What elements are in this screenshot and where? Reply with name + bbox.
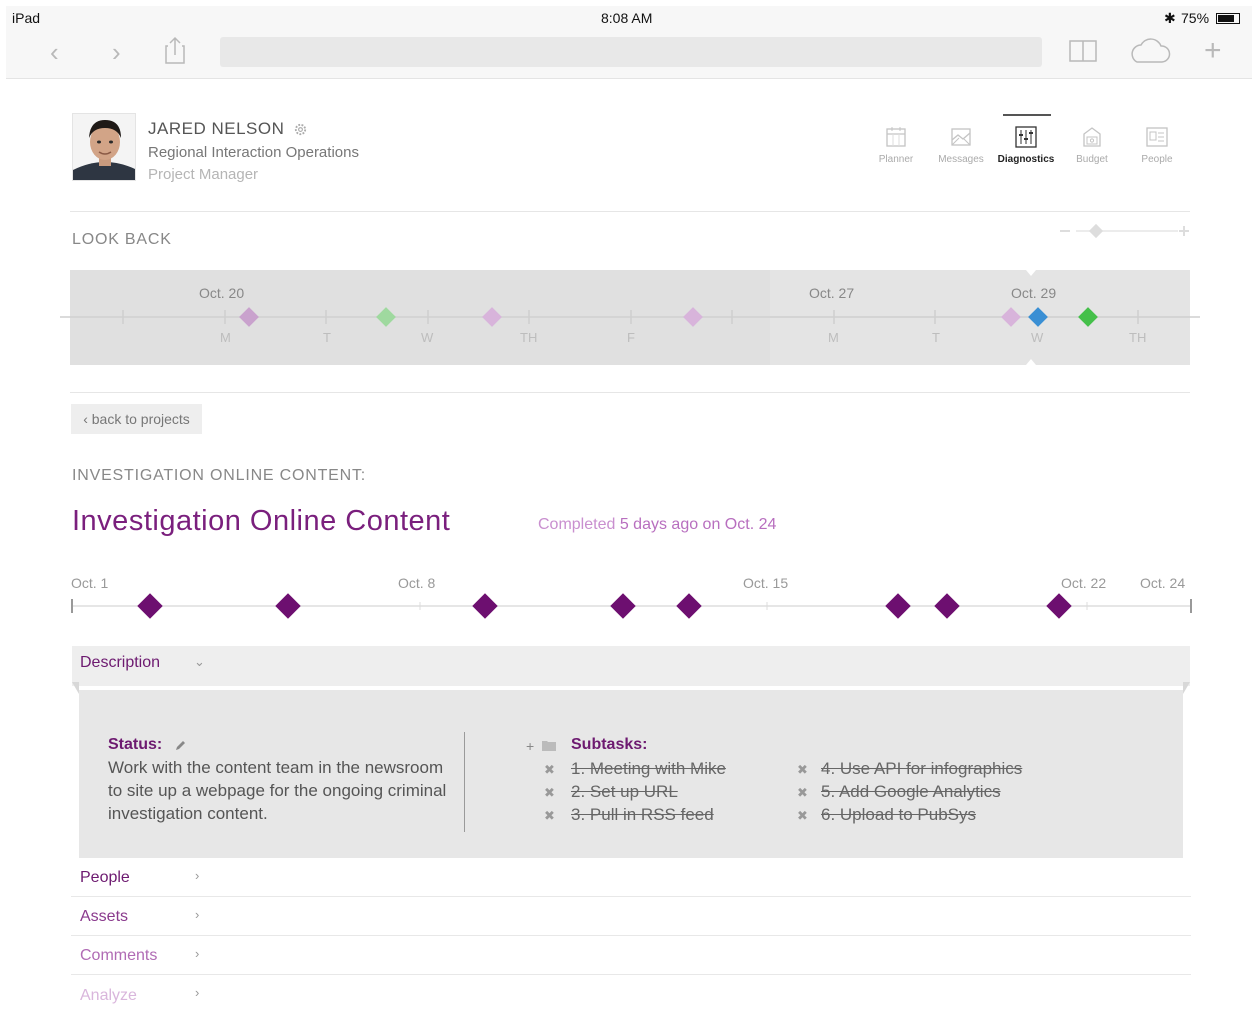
look-back-markers: [239, 307, 1098, 327]
back-to-projects-button[interactable]: ‹ back to projects: [71, 404, 202, 434]
milestone-marker[interactable]: [1046, 593, 1072, 619]
nav-planner[interactable]: Planner: [861, 126, 931, 165]
accordion-people-label: People: [80, 869, 130, 886]
remove-icon[interactable]: ✖: [797, 785, 809, 800]
lb-marker[interactable]: [683, 307, 703, 327]
lb-marker[interactable]: [1001, 307, 1021, 327]
lb-marker[interactable]: [239, 307, 259, 327]
accordion-comments-label: Comments: [80, 947, 158, 964]
completed-status: Completed 5 days ago on Oct. 24: [538, 516, 777, 533]
id-card-icon: [1146, 127, 1168, 147]
accordion-people[interactable]: People ›: [71, 858, 1191, 897]
milestone-marker[interactable]: [885, 593, 911, 619]
nav-messages-label: Messages: [938, 154, 984, 165]
url-bar[interactable]: [220, 37, 1042, 67]
accordion-assets-label: Assets: [80, 908, 129, 925]
lb-marker[interactable]: [1078, 307, 1098, 327]
chevron-down-icon: ⌄: [194, 654, 205, 669]
accordion-description[interactable]: Description ⌄: [72, 646, 1190, 686]
nav-budget-label: Budget: [1076, 154, 1108, 165]
section-heading: INVESTIGATION ONLINE CONTENT:: [72, 467, 367, 484]
chevron-right-icon: ›: [195, 868, 200, 883]
lb-marker[interactable]: [482, 307, 502, 327]
chevron-right-icon[interactable]: ›: [112, 39, 121, 65]
device-label: iPad: [12, 10, 41, 26]
divider: [70, 392, 1190, 393]
milestone-marker[interactable]: [275, 593, 301, 619]
subtask-item[interactable]: 4. Use API for infographics: [821, 759, 1022, 779]
project-title: Investigation Online Content: [72, 505, 451, 537]
chevron-right-icon: ›: [195, 946, 200, 961]
divider: [70, 211, 1190, 212]
active-tab-indicator: [1003, 114, 1051, 116]
project-timeline: [71, 593, 1192, 619]
nav-messages[interactable]: Messages: [926, 126, 996, 165]
chevron-right-icon: ›: [195, 985, 200, 1000]
pencil-icon[interactable]: [174, 739, 187, 752]
chevron-right-icon: ›: [195, 907, 200, 922]
add-subtask-icon[interactable]: +: [526, 738, 534, 754]
chevron-left-icon[interactable]: ‹: [50, 39, 59, 65]
status-time: 8:08 AM: [601, 10, 653, 26]
milestone-marker[interactable]: [676, 593, 702, 619]
nav-people-label: People: [1141, 154, 1173, 165]
share-icon[interactable]: [164, 36, 186, 64]
battery-percent: 75%: [1181, 10, 1210, 26]
bluetooth-icon: ✱: [1164, 10, 1176, 26]
lb-marker[interactable]: [376, 307, 396, 327]
subtask-item[interactable]: 2. Set up URL: [571, 782, 678, 802]
status-text: Work with the content team in the newsro…: [108, 758, 447, 823]
remove-icon[interactable]: ✖: [544, 808, 556, 823]
milestone-marker[interactable]: [472, 593, 498, 619]
subtask-item[interactable]: 5. Add Google Analytics: [821, 782, 1001, 802]
sliders-icon: [1015, 126, 1037, 148]
milestone-marker[interactable]: [137, 593, 163, 619]
profile-name: JARED NELSON: [148, 119, 285, 138]
milestone-marker[interactable]: [610, 593, 636, 619]
look-back-label: LOOK BACK: [72, 231, 172, 248]
gear-icon[interactable]: [293, 122, 308, 137]
profile-department: Regional Interaction Operations: [148, 144, 359, 161]
chevron-left-icon: ‹: [83, 411, 92, 427]
remove-icon[interactable]: ✖: [797, 808, 809, 823]
subtasks-label: Subtasks:: [571, 736, 648, 753]
accordion-analyze[interactable]: Analyze ›: [71, 975, 1191, 1013]
accordion-comments[interactable]: Comments ›: [71, 936, 1191, 975]
avatar: [72, 113, 136, 181]
envelope-icon: [951, 128, 971, 146]
column-divider: [464, 732, 465, 832]
status-label: Status:: [108, 736, 163, 753]
remove-icon[interactable]: ✖: [544, 762, 556, 777]
nav-planner-label: Planner: [878, 154, 914, 165]
zoom-slider[interactable]: [1056, 222, 1192, 240]
nav-budget[interactable]: Budget: [1057, 126, 1127, 165]
battery-icon: [1216, 13, 1240, 24]
accordion-description-label: Description: [80, 654, 161, 671]
look-back-timeline[interactable]: Oct. 20 Oct. 27 Oct. 29 M T W TH F M T W…: [60, 270, 1200, 365]
calendar-icon: [886, 127, 906, 147]
accordion-analyze-label: Analyze: [80, 987, 137, 1004]
profile-title: Project Manager: [148, 166, 259, 183]
accordion-assets[interactable]: Assets ›: [71, 897, 1191, 936]
milestone-marker[interactable]: [934, 593, 960, 619]
cloud-icon[interactable]: [1127, 37, 1171, 65]
subtask-item[interactable]: 3. Pull in RSS feed: [571, 805, 714, 825]
subtask-item[interactable]: 1. Meeting with Mike: [571, 759, 726, 779]
book-icon[interactable]: [1069, 39, 1097, 63]
nav-diagnostics-label: Diagnostics: [997, 154, 1055, 165]
remove-icon[interactable]: ✖: [797, 762, 809, 777]
folder-icon[interactable]: [542, 740, 556, 751]
nav-people[interactable]: People: [1122, 126, 1192, 165]
plus-icon[interactable]: +: [1204, 36, 1222, 66]
subtask-item[interactable]: 6. Upload to PubSys: [821, 805, 976, 825]
nav-diagnostics[interactable]: Diagnostics: [991, 126, 1061, 165]
remove-icon[interactable]: ✖: [544, 785, 556, 800]
browser-chrome: iPad 8:08 AM ✱ 75% ‹ › +: [6, 6, 1252, 79]
safe-icon: [1083, 127, 1101, 147]
lb-marker-selected[interactable]: [1028, 307, 1048, 327]
